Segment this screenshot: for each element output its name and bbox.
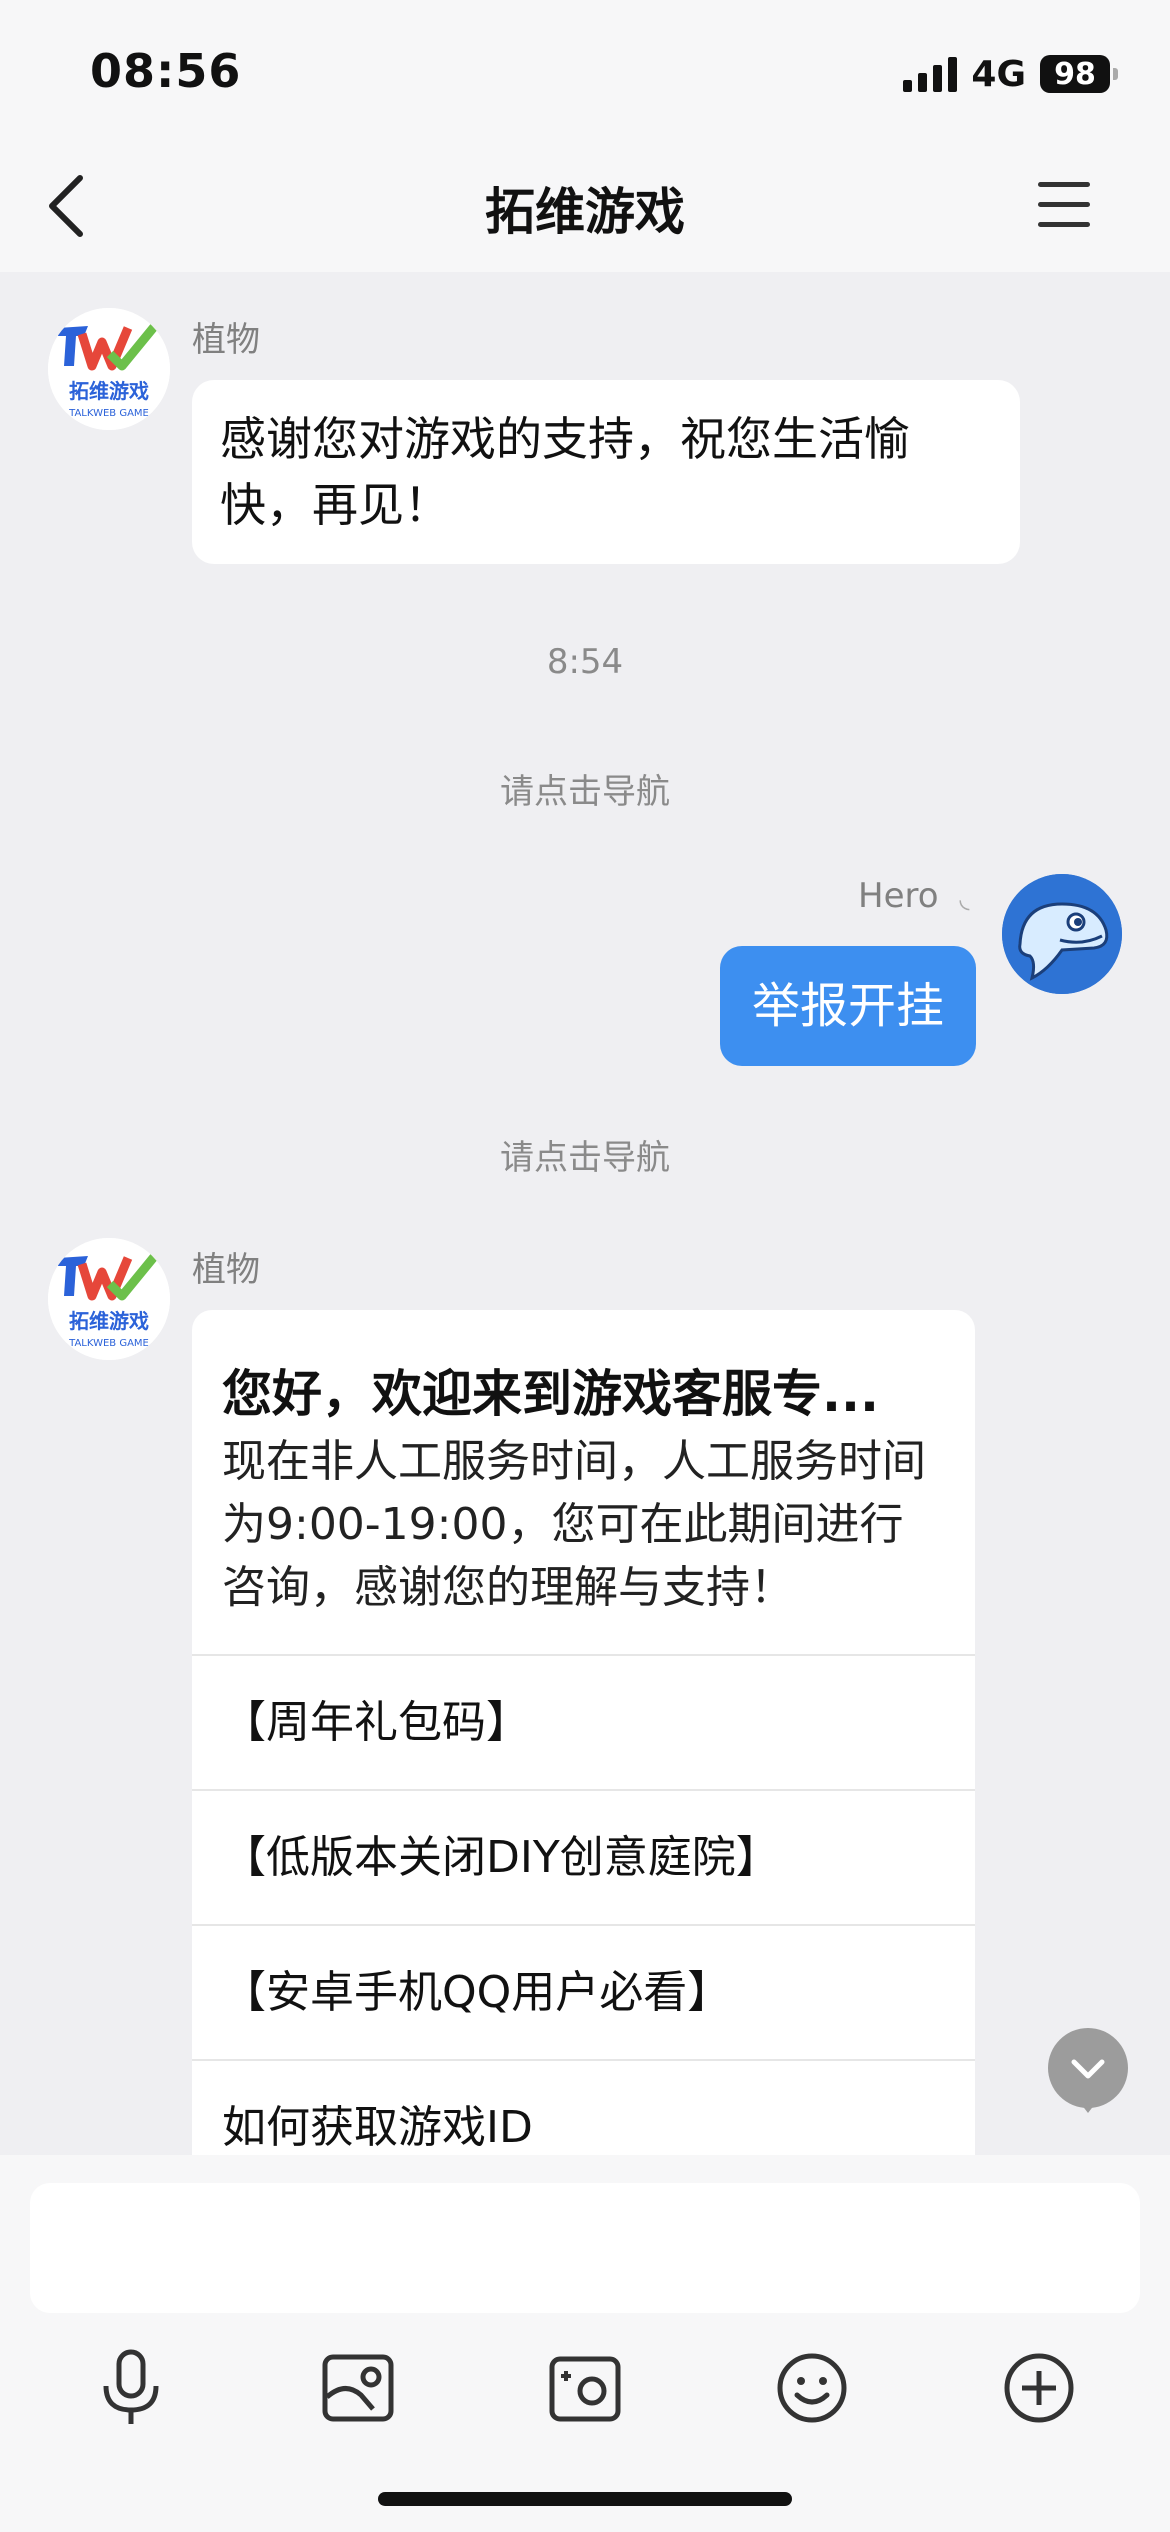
logo-subcaption: TALKWEB GAME (68, 408, 149, 419)
network-label: 4G (971, 53, 1026, 95)
emoji-button[interactable] (757, 2333, 867, 2443)
card-menu-item[interactable]: 【安卓手机QQ用户必看】 (192, 1924, 975, 2059)
plus-icon (1004, 2353, 1074, 2423)
microphone-icon (103, 2349, 159, 2424)
sender-name: Hero ◟ (858, 876, 969, 916)
card-menu-item[interactable]: 如何获取游戏ID (192, 2059, 975, 2160)
battery-icon: 98 (1040, 55, 1118, 93)
image-button[interactable] (303, 2333, 413, 2443)
message-timestamp: 8:54 (546, 642, 624, 682)
card-menu-item[interactable]: 【周年礼包码】 (192, 1654, 975, 1789)
chevron-down-icon (1071, 2059, 1105, 2079)
brand-logo-icon: 拓维游戏 TALKWEB GAME (48, 308, 170, 430)
brand-logo-icon: 拓维游戏 TALKWEB GAME (48, 1238, 170, 1360)
message-bubble[interactable]: 感谢您对游戏的支持，祝您生活愉快，再见！ (192, 380, 1020, 564)
system-tip: 请点击导航 (500, 1138, 670, 1178)
chat-screen: 08:56 4G 98 拓维游戏 拓维游戏 TALKWEB GAME 植物 感谢… (0, 0, 1170, 2532)
message-input[interactable] (30, 2183, 1140, 2313)
sender-name-text: Hero (858, 876, 939, 916)
status-time: 08:56 (90, 44, 242, 98)
page-title: 拓维游戏 (485, 183, 685, 241)
sent-status-icon: ◟ (959, 884, 970, 914)
home-indicator[interactable] (378, 2492, 792, 2506)
card-title: 您好，欢迎来到游戏客服专... (222, 1365, 879, 1423)
logo-subcaption: TALKWEB GAME (68, 1338, 149, 1349)
signal-icon (903, 56, 958, 92)
menu-icon-line (1038, 202, 1090, 207)
sender-name: 植物 (192, 1250, 260, 1290)
avatar-self[interactable] (1002, 874, 1122, 994)
image-icon (322, 2354, 394, 2422)
scroll-to-bottom-button[interactable] (1048, 2028, 1128, 2113)
status-indicators: 4G 98 (903, 52, 1118, 96)
input-bar (0, 2155, 1170, 2532)
service-card: 您好，欢迎来到游戏客服专... 现在非人工服务时间，人工服务时间为9:00-19… (192, 1310, 975, 2160)
card-menu-item[interactable]: 【低版本关闭DIY创意庭院】 (192, 1789, 975, 1924)
camera-button[interactable] (530, 2333, 640, 2443)
logo-caption: 拓维游戏 (69, 1309, 149, 1333)
more-button[interactable] (984, 2333, 1094, 2443)
card-body: 现在非人工服务时间，人工服务时间为9:00-19:00，您可在此期间进行咨询，感… (222, 1436, 926, 1613)
menu-icon-line (1038, 182, 1090, 187)
logo-caption: 拓维游戏 (69, 379, 149, 403)
avatar[interactable]: 拓维游戏 TALKWEB GAME (48, 1238, 170, 1360)
camera-icon (549, 2356, 621, 2422)
system-tip: 请点击导航 (500, 772, 670, 812)
avatar[interactable]: 拓维游戏 TALKWEB GAME (48, 308, 170, 430)
dolphin-avatar-icon (1002, 874, 1122, 994)
sender-name: 植物 (192, 320, 260, 360)
battery-level: 98 (1054, 56, 1096, 92)
message-bubble-self[interactable]: 举报开挂 (720, 946, 977, 1066)
voice-button[interactable] (76, 2333, 186, 2443)
menu-icon-line (1038, 222, 1090, 227)
top-bar: 08:56 4G 98 拓维游戏 (0, 0, 1170, 272)
menu-button[interactable] (1038, 182, 1090, 228)
emoji-icon (777, 2353, 847, 2423)
